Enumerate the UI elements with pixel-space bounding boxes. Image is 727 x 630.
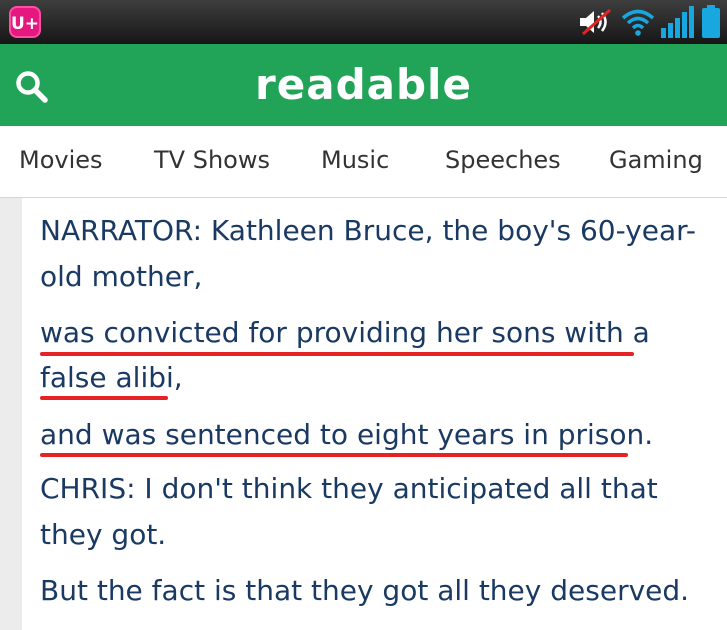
nav-item-tv-shows[interactable]: TV Shows — [154, 146, 270, 174]
transcript: NARRATOR: Kathleen Bruce, the boy's 60-y… — [0, 198, 727, 630]
status-icons — [577, 4, 721, 40]
signal-bars-icon — [661, 6, 695, 38]
transcript-line-highlighted[interactable]: and was sentenced to eight years in pris… — [40, 418, 653, 452]
transcript-line[interactable]: old mother, — [40, 260, 202, 294]
highlight-underline — [40, 396, 168, 400]
battery-icon — [701, 5, 721, 39]
mute-speaker-icon — [577, 7, 615, 37]
carrier-logo: U+ — [9, 6, 41, 38]
transcript-line[interactable]: CHRIS: I don't think they anticipated al… — [40, 472, 658, 506]
transcript-line-highlighted[interactable]: false alibi, — [40, 361, 183, 395]
transcript-line[interactable]: But the fact is that they got all they d… — [40, 574, 689, 608]
nav-item-speeches[interactable]: Speeches — [445, 146, 561, 174]
transcript-line[interactable]: NARRATOR: Kathleen Bruce, the boy's 60-y… — [40, 214, 696, 248]
status-bar: U+ — [0, 0, 727, 44]
category-nav: Movies TV Shows Music Speeches Gaming — [0, 126, 727, 198]
transcript-line-highlighted[interactable]: was convicted for providing her sons wit… — [40, 316, 650, 350]
highlight-underline — [40, 352, 634, 356]
brand-logo[interactable]: readable — [0, 60, 727, 110]
transcript-line[interactable]: they got. — [40, 518, 166, 552]
left-rail — [0, 198, 22, 630]
nav-item-music[interactable]: Music — [321, 146, 389, 174]
highlight-underline — [40, 453, 628, 457]
nav-item-movies[interactable]: Movies — [19, 146, 103, 174]
app-header: readable — [0, 44, 727, 126]
nav-item-gaming[interactable]: Gaming — [609, 146, 703, 174]
wifi-icon — [621, 7, 655, 37]
